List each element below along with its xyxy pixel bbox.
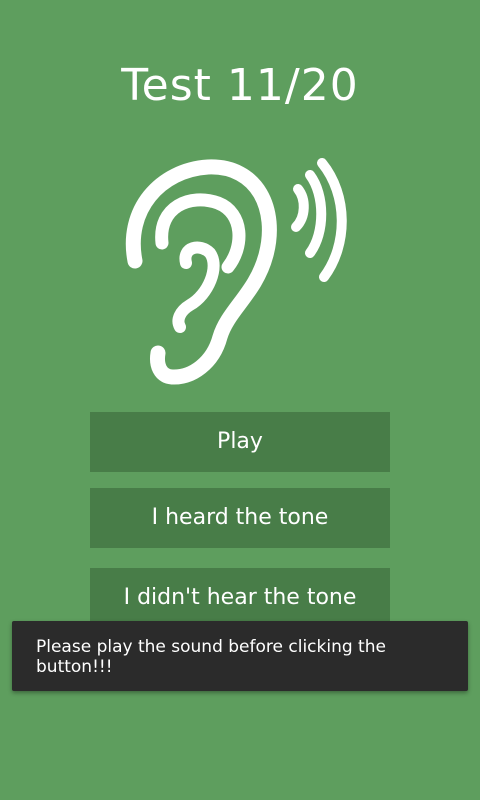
test-progress-title: Test 11/20 <box>121 60 359 111</box>
heard-tone-button[interactable]: I heard the tone <box>90 488 390 548</box>
play-button[interactable]: Play <box>90 412 390 472</box>
not-heard-tone-button[interactable]: I didn't hear the tone <box>90 568 390 628</box>
ear-sound-icon <box>120 155 360 390</box>
toast-notification: Please play the sound before clicking th… <box>12 621 468 691</box>
toast-message: Please play the sound before clicking th… <box>36 637 386 677</box>
